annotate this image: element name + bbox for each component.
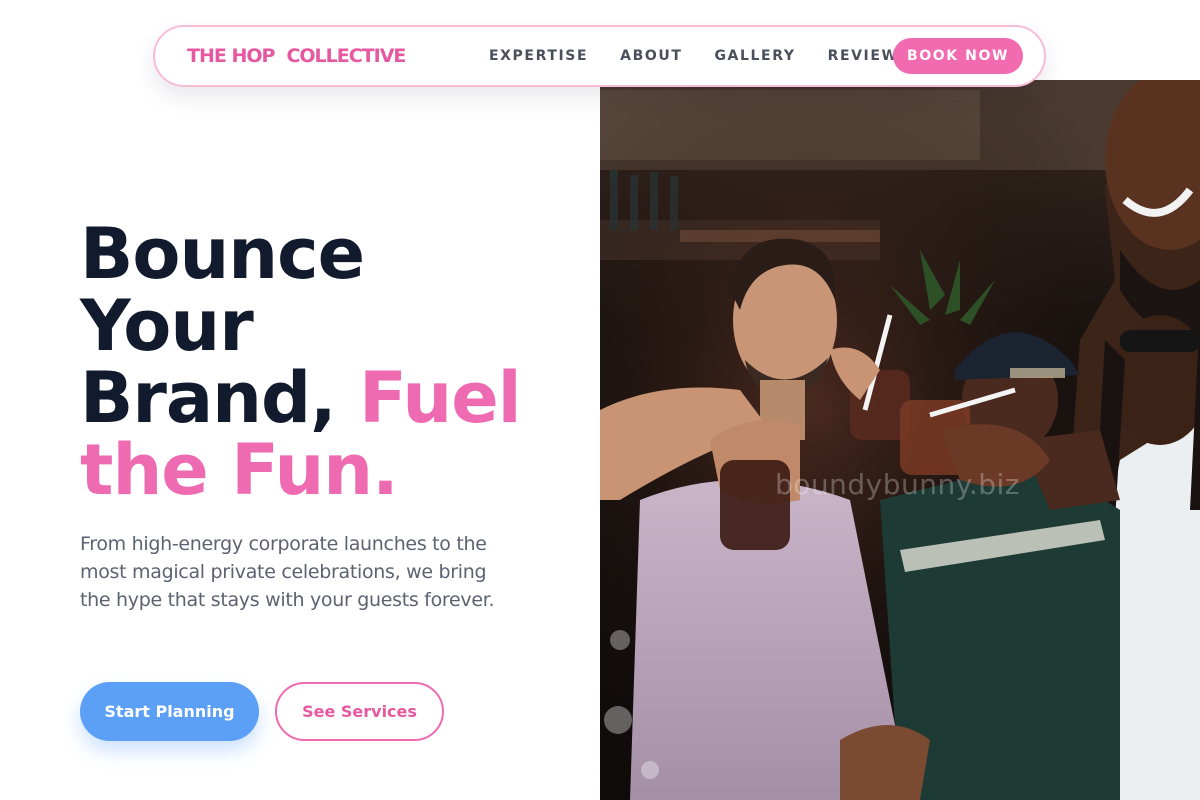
hero-party-photo: boundybunny.biz bbox=[600, 80, 1200, 800]
hero-title-line2: Your bbox=[80, 285, 254, 367]
brand-logo[interactable]: THE HOP COLLECTIVE bbox=[187, 27, 406, 85]
hero-title-line1: Bounce bbox=[80, 213, 365, 295]
brand-name-part2: COLLECTIVE bbox=[286, 45, 406, 67]
nav-link-gallery[interactable]: GALLERY bbox=[714, 48, 795, 64]
nav-links: EXPERTISE ABOUT GALLERY REVIEWS bbox=[489, 27, 910, 85]
hero-title: Bounce Your Brand, Fuel the Fun. bbox=[80, 218, 580, 506]
hero-title-word-fuel: Fuel bbox=[359, 357, 522, 439]
top-navbar: THE HOP COLLECTIVE EXPERTISE ABOUT GALLE… bbox=[153, 25, 1046, 87]
nav-link-about[interactable]: ABOUT bbox=[620, 48, 682, 64]
landing-page: THE HOP COLLECTIVE EXPERTISE ABOUT GALLE… bbox=[0, 0, 1200, 800]
hero-description: From high-energy corporate launches to t… bbox=[80, 533, 495, 611]
nav-link-expertise[interactable]: EXPERTISE bbox=[489, 48, 588, 64]
see-services-button[interactable]: See Services bbox=[275, 682, 444, 741]
party-scene-illustration bbox=[600, 80, 1200, 800]
hero-title-line3: Brand, Fuel bbox=[80, 362, 580, 434]
book-now-button[interactable]: BOOK NOW bbox=[893, 38, 1023, 74]
hero-title-line4: the Fun. bbox=[80, 429, 399, 511]
start-planning-button[interactable]: Start Planning bbox=[80, 682, 259, 741]
hero-title-word-brand: Brand, bbox=[80, 357, 337, 439]
photo-watermark: boundybunny.biz bbox=[775, 468, 1020, 501]
brand-name-part1: THE HOP bbox=[187, 45, 275, 67]
